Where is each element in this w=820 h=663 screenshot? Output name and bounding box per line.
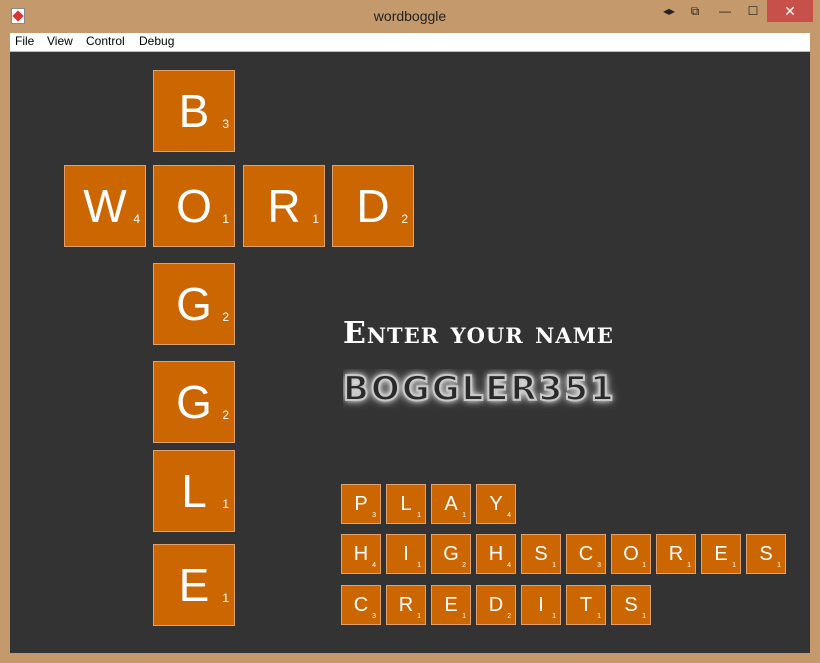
menu-control[interactable]: Control — [86, 34, 125, 48]
play-tile[interactable]: L1 — [386, 484, 426, 524]
credits-tile[interactable]: T1 — [566, 585, 606, 625]
restore-layout-icon[interactable]: ⧉ — [684, 0, 706, 22]
name-prompt: Enter your name — [343, 316, 614, 351]
tile-score: 4 — [507, 562, 511, 569]
tile-letter: D — [356, 180, 390, 232]
player-name-input[interactable] — [343, 368, 663, 410]
tile-letter: G — [176, 376, 212, 428]
tile-score: 1 — [222, 591, 229, 605]
minimize-button[interactable]: — — [712, 0, 738, 22]
highscores-tile[interactable]: R1 — [656, 534, 696, 574]
nav-arrows-icon[interactable]: ◂▸ — [660, 0, 678, 22]
logo-tile: L 1 — [153, 450, 235, 532]
tile-score: 1 — [732, 562, 736, 569]
game-board: B 3 W 4 O 1 R 1 D 2 G 2 G 2 L 1 E 1 Ente… — [10, 52, 810, 653]
highscores-tile[interactable]: O1 — [611, 534, 651, 574]
play-tile[interactable]: Y4 — [476, 484, 516, 524]
tile-letter: G — [176, 278, 212, 330]
highscores-tile[interactable]: H4 — [341, 534, 381, 574]
tile-score: 1 — [222, 497, 229, 511]
tile-letter: O — [176, 180, 212, 232]
tile-score: 1 — [312, 212, 319, 226]
credits-tile[interactable]: D2 — [476, 585, 516, 625]
tile-score: 3 — [222, 117, 229, 131]
highscores-tile[interactable]: S1 — [746, 534, 786, 574]
app-window: wordboggle ◂▸ ⧉ — ☐ ✕ File View Control … — [0, 0, 820, 663]
credits-tile[interactable]: S1 — [611, 585, 651, 625]
credits-tile[interactable]: I1 — [521, 585, 561, 625]
tile-score: 1 — [597, 613, 601, 620]
credits-tile[interactable]: C3 — [341, 585, 381, 625]
tile-score: 4 — [372, 562, 376, 569]
tile-score: 2 — [222, 310, 229, 324]
tile-score: 1 — [552, 562, 556, 569]
credits-tile[interactable]: E1 — [431, 585, 471, 625]
tile-score: 1 — [417, 562, 421, 569]
logo-tile: D 2 — [332, 165, 414, 247]
close-button[interactable]: ✕ — [767, 0, 813, 22]
logo-tile: R 1 — [243, 165, 325, 247]
title-bar[interactable]: wordboggle ◂▸ ⧉ — ☐ ✕ — [0, 0, 820, 32]
highscores-tile[interactable]: E1 — [701, 534, 741, 574]
tile-letter: E — [178, 559, 210, 611]
tile-score: 1 — [222, 212, 229, 226]
tile-letter: L — [181, 465, 207, 517]
tile-score: 1 — [417, 613, 421, 620]
highscores-tile[interactable]: H4 — [476, 534, 516, 574]
tile-score: 1 — [687, 562, 691, 569]
tile-score: 3 — [372, 512, 376, 519]
tile-score: 2 — [507, 613, 511, 620]
logo-tile: B 3 — [153, 70, 235, 152]
menu-file[interactable]: File — [15, 34, 34, 48]
tile-score: 3 — [597, 562, 601, 569]
highscores-tile[interactable]: S1 — [521, 534, 561, 574]
play-tile[interactable]: A1 — [431, 484, 471, 524]
maximize-button[interactable]: ☐ — [740, 0, 766, 22]
tile-score: 1 — [462, 512, 466, 519]
tile-score: 2 — [462, 562, 466, 569]
logo-tile: W 4 — [64, 165, 146, 247]
tile-score: 3 — [372, 613, 376, 620]
tile-score: 4 — [133, 212, 140, 226]
tile-score: 2 — [222, 408, 229, 422]
tile-score: 1 — [552, 613, 556, 620]
tile-letter: B — [178, 85, 210, 137]
logo-tile: O 1 — [153, 165, 235, 247]
logo-tile: G 2 — [153, 263, 235, 345]
tile-score: 1 — [642, 562, 646, 569]
highscores-tile[interactable]: G2 — [431, 534, 471, 574]
highscores-tile[interactable]: I1 — [386, 534, 426, 574]
play-tile[interactable]: P3 — [341, 484, 381, 524]
tile-score: 2 — [401, 212, 408, 226]
logo-tile: G 2 — [153, 361, 235, 443]
menu-view[interactable]: View — [47, 34, 73, 48]
highscores-tile[interactable]: C3 — [566, 534, 606, 574]
tile-score: 1 — [777, 562, 781, 569]
menu-bar: File View Control Debug — [10, 33, 810, 52]
tile-score: 4 — [507, 512, 511, 519]
logo-tile: E 1 — [153, 544, 235, 626]
menu-debug[interactable]: Debug — [139, 34, 174, 48]
credits-tile[interactable]: R1 — [386, 585, 426, 625]
tile-score: 1 — [417, 512, 421, 519]
tile-score: 1 — [642, 613, 646, 620]
tile-score: 1 — [462, 613, 466, 620]
tile-letter: R — [267, 180, 301, 232]
tile-letter: W — [83, 180, 127, 232]
